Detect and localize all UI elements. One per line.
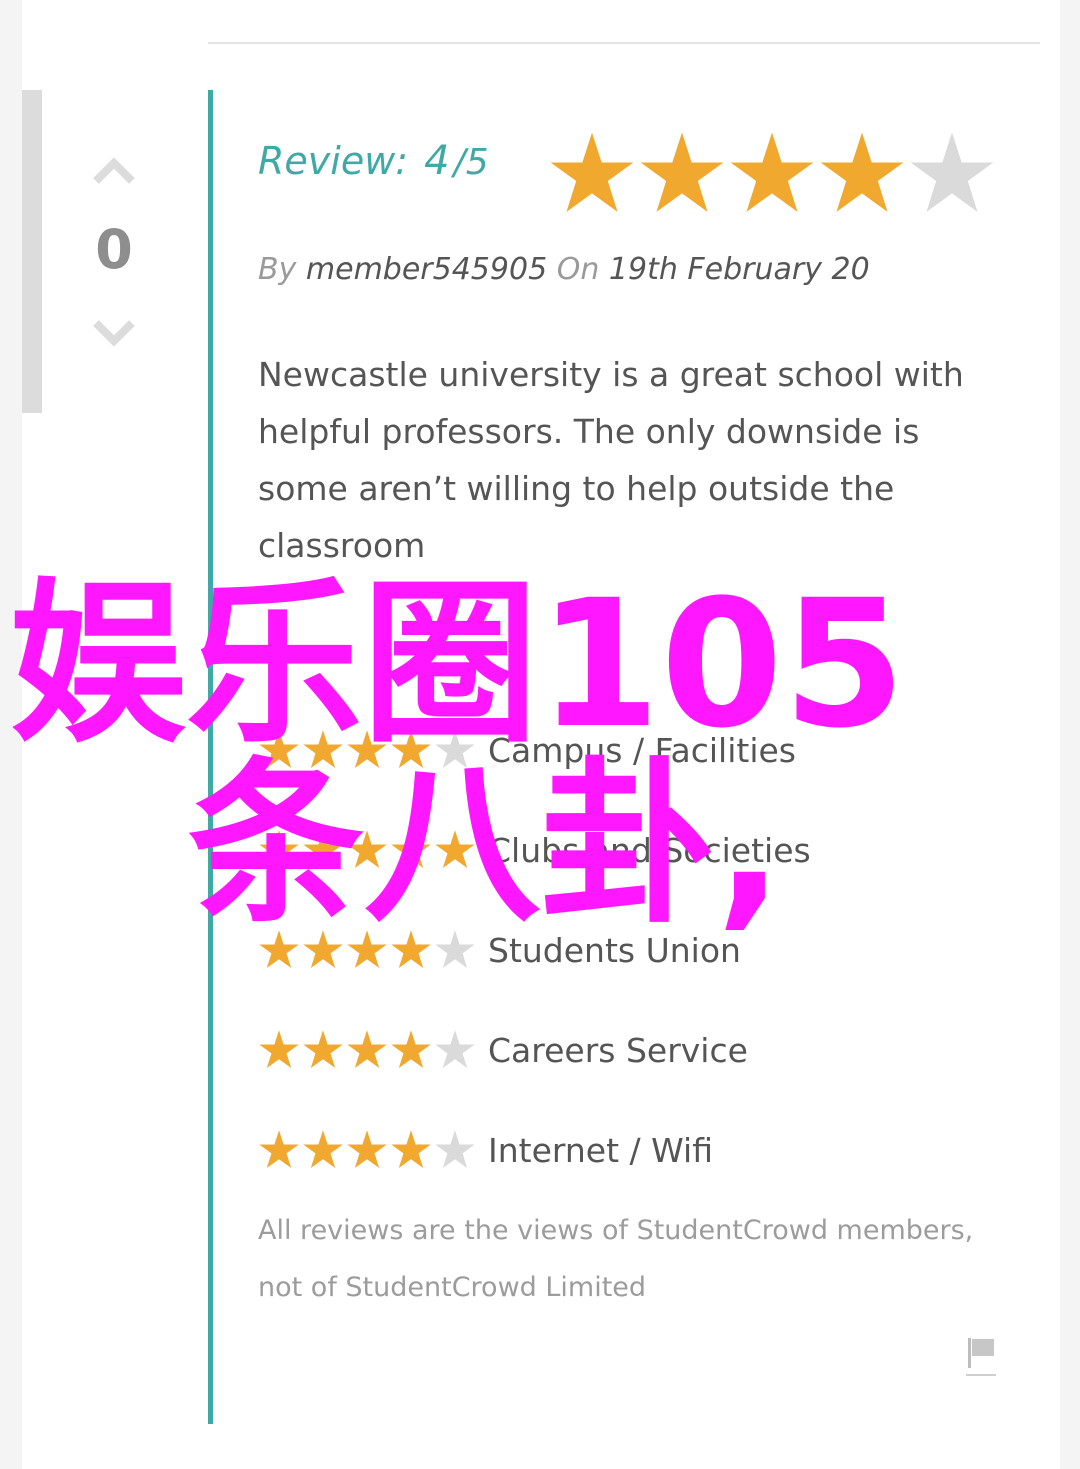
star-empty-icon xyxy=(435,930,475,969)
star-filled-icon xyxy=(347,730,387,769)
star-filled-icon xyxy=(347,930,387,969)
category-star-rating xyxy=(258,829,476,871)
star-filled-icon xyxy=(347,1030,387,1069)
star-filled-icon xyxy=(730,132,814,212)
rating-label: Students Union xyxy=(488,930,741,970)
star-filled-icon xyxy=(303,830,343,869)
star-filled-icon xyxy=(259,1130,299,1169)
chevron-down-icon xyxy=(93,320,135,347)
star-filled-icon xyxy=(391,830,431,869)
vote-bar xyxy=(22,90,42,413)
star-empty-icon xyxy=(435,1130,475,1169)
review-heading: Review: 4 / 5 xyxy=(258,138,489,198)
rating-row: Internet / Wifi xyxy=(258,1100,811,1200)
rating-label: Campus / Facilities xyxy=(488,730,796,770)
divider xyxy=(208,42,1040,44)
rating-label: Clubs and Societies xyxy=(488,830,811,870)
star-filled-icon xyxy=(303,730,343,769)
review-text: Newcastle university is a great school w… xyxy=(258,355,964,565)
star-filled-icon xyxy=(303,930,343,969)
star-filled-icon xyxy=(303,1030,343,1069)
review-score: 4 xyxy=(424,138,450,184)
star-filled-icon xyxy=(820,132,904,212)
star-filled-icon xyxy=(259,930,299,969)
review-label: Review: xyxy=(258,139,409,183)
star-filled-icon xyxy=(435,830,475,869)
author-name: member545905 xyxy=(305,252,548,287)
chevron-up-icon xyxy=(93,157,135,184)
upvote-button[interactable] xyxy=(92,152,136,188)
star-filled-icon xyxy=(640,132,724,212)
star-filled-icon xyxy=(391,730,431,769)
rating-label: Careers Service xyxy=(488,1030,748,1070)
disclaimer: All reviews are the views of StudentCrow… xyxy=(258,1215,974,1303)
byline: By member545905 On 19th February 20 xyxy=(258,252,870,287)
accent-line xyxy=(208,90,213,1424)
review-out-of: 5 xyxy=(465,142,489,183)
star-empty-icon xyxy=(435,1030,475,1069)
star-filled-icon xyxy=(259,1030,299,1069)
category-star-rating xyxy=(258,1129,476,1171)
rating-row: Careers Service xyxy=(258,1000,811,1100)
star-filled-icon xyxy=(391,1130,431,1169)
star-filled-icon xyxy=(259,830,299,869)
star-filled-icon xyxy=(550,132,634,212)
category-star-rating xyxy=(258,929,476,971)
rating-row: Students Union xyxy=(258,900,811,1000)
vote-count: 0 xyxy=(95,218,133,281)
star-empty-icon xyxy=(435,730,475,769)
star-filled-icon xyxy=(259,730,299,769)
overall-star-rating xyxy=(548,130,996,218)
report-flag-button[interactable] xyxy=(964,1334,998,1378)
rating-row: Campus / Facilities xyxy=(258,700,811,800)
flag-icon xyxy=(966,1338,996,1376)
downvote-button[interactable] xyxy=(92,316,136,352)
rating-row: Clubs and Societies xyxy=(258,800,811,900)
star-filled-icon xyxy=(391,930,431,969)
category-star-rating xyxy=(258,1029,476,1071)
byline-on: On xyxy=(556,252,600,287)
star-filled-icon xyxy=(303,1130,343,1169)
star-empty-icon xyxy=(910,132,994,212)
star-filled-icon xyxy=(347,830,387,869)
byline-by: By xyxy=(258,252,297,287)
star-filled-icon xyxy=(391,1030,431,1069)
review-slash: / xyxy=(453,142,466,183)
rating-label: Internet / Wifi xyxy=(488,1130,713,1170)
review-date: 19th February 20 xyxy=(608,252,870,287)
star-filled-icon xyxy=(347,1130,387,1169)
category-ratings: Campus / Facilities Clubs and Societies St… xyxy=(258,700,811,1200)
category-star-rating xyxy=(258,729,476,771)
